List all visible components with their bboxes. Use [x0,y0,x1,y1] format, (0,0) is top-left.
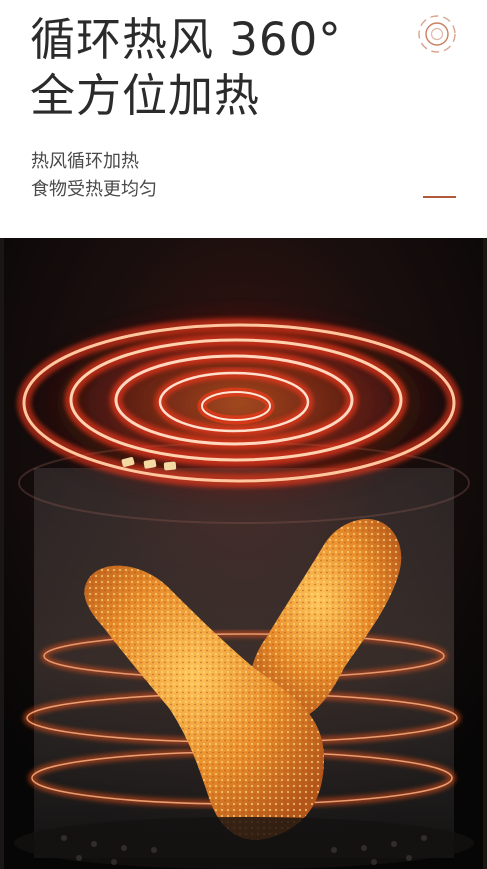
accent-dash [423,196,456,198]
title-line-1: 循环热风 360° [30,13,342,66]
subtitle-line-1: 热风循环加热 [31,151,139,172]
subtitle-line-2: 食物受热更均匀 [31,179,157,200]
feature-header: 循环热风 360° 全方位加热 热风循环加热 食物受热更均匀 [0,0,487,238]
concentric-circle-logo-icon [418,15,456,53]
photo-left-edge [0,238,4,869]
photo-right-edge [483,238,487,869]
title-line-2: 全方位加热 [30,69,261,122]
air-fryer-heating-photo [4,238,483,869]
product-page: 循环热风 360° 全方位加热 热风循环加热 食物受热更均匀 [0,0,487,869]
heating-illustration [4,238,483,869]
basket-floor [14,817,474,869]
page-title: 循环热风 360° 全方位加热 [30,12,342,124]
feature-description: 热风循环加热 食物受热更均匀 [31,148,157,204]
